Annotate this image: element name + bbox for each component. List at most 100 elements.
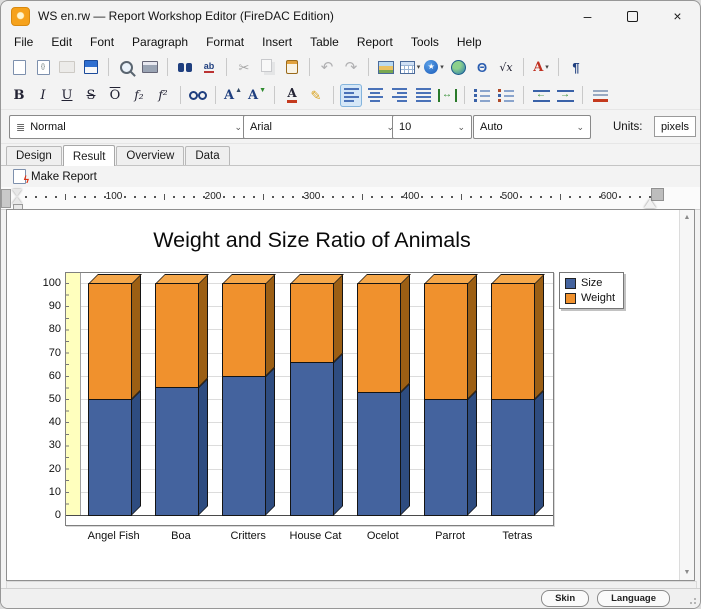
tab-result[interactable]: Result (63, 145, 116, 166)
grow-font-icon-arrow: ▲ (235, 87, 242, 94)
bold-icon[interactable]: B (8, 84, 30, 107)
ruler-tick (233, 196, 235, 198)
units-value[interactable]: pixels (654, 116, 696, 137)
dropdown-arrow-icon: ▾ (417, 63, 421, 71)
dropdown-arrow-icon: ▾ (440, 63, 444, 71)
insert-symbol-icon[interactable]: Θ (471, 56, 493, 79)
make-report-button[interactable]: ϟ Make Report (8, 168, 102, 185)
align-center-icon[interactable] (364, 84, 386, 107)
cut-icon: ✂ (239, 61, 250, 74)
y-axis-label: 100 (17, 277, 61, 289)
formatting-marks-icon[interactable]: ¶ (565, 56, 587, 79)
close-button[interactable]: × (655, 1, 700, 31)
highlight-icon[interactable]: ✎ (305, 84, 327, 107)
bar-segment (88, 283, 132, 400)
bar-segment (222, 283, 266, 377)
grow-font-icon[interactable]: A▲ (222, 84, 244, 107)
y-axis-label: 90 (17, 300, 61, 312)
replace-icon[interactable]: ab (198, 56, 220, 79)
tab-overview[interactable]: Overview (116, 146, 184, 165)
overline-icon[interactable]: O (104, 84, 126, 107)
ruler-tick (342, 196, 344, 198)
strikethrough-icon[interactable]: S (80, 84, 102, 107)
y-axis-ticks (66, 273, 69, 516)
scroll-down-icon[interactable]: ▼ (680, 569, 694, 576)
insert-shape-icon[interactable]: ★▾ (423, 56, 445, 79)
first-line-indent-marker[interactable] (12, 189, 22, 196)
shrink-font-icon[interactable]: A▼ (246, 84, 268, 107)
ruler-tick (223, 196, 225, 198)
justify-icon[interactable] (412, 84, 434, 107)
underline-icon[interactable]: U (56, 84, 78, 107)
print-icon[interactable] (139, 56, 161, 79)
paste-icon[interactable] (281, 56, 303, 79)
skin-button[interactable]: Skin (541, 590, 589, 607)
bar-side-face (131, 390, 141, 516)
menu-font[interactable]: Font (81, 33, 123, 51)
insert-formula-icon[interactable]: √x (495, 56, 517, 79)
legend-swatch (565, 278, 576, 289)
minimize-button[interactable]: – (565, 1, 610, 31)
print-preview-icon[interactable] (115, 56, 137, 79)
ruler-tick (55, 196, 57, 198)
bar-segment (424, 399, 468, 516)
bullet-list-icon[interactable] (471, 84, 493, 107)
subscript-icon[interactable]: f₂ (128, 84, 150, 107)
italic-icon: I (40, 89, 45, 102)
chart-plot (65, 272, 554, 526)
menu-tools[interactable]: Tools (402, 33, 448, 51)
zoom-combo[interactable]: Auto ⌄ (473, 115, 591, 139)
indent-icon[interactable]: → (554, 84, 576, 107)
ruler-tick (25, 196, 27, 198)
menu-insert[interactable]: Insert (253, 33, 301, 51)
align-left-icon[interactable] (340, 84, 362, 107)
new-from-template-icon[interactable]: {} (32, 56, 54, 79)
find-icon[interactable] (174, 56, 196, 79)
menu-table[interactable]: Table (301, 33, 348, 51)
legend-label: Weight (581, 292, 615, 304)
tab-data[interactable]: Data (185, 146, 229, 165)
scroll-up-icon[interactable]: ▲ (680, 214, 694, 221)
font-size-combo[interactable]: 10 ⌄ (392, 115, 472, 139)
font-combo[interactable]: Arial ⌄ (243, 115, 401, 139)
horizontal-rule-icon[interactable] (589, 84, 611, 107)
spacing-icon[interactable]: ↔ (436, 84, 458, 107)
align-right-icon[interactable] (388, 84, 410, 107)
chart-y-axis: 0102030405060708090100 (17, 272, 61, 524)
outdent-icon[interactable]: ← (530, 84, 552, 107)
maximize-button[interactable] (610, 1, 655, 31)
menu-paragraph[interactable]: Paragraph (123, 33, 197, 51)
new-document-icon[interactable] (8, 56, 30, 79)
right-indent-marker[interactable] (644, 199, 656, 208)
vertical-scrollbar[interactable]: ▲ ▼ (679, 210, 694, 580)
superscript-icon[interactable]: f² (152, 84, 174, 107)
app-window: WS en.rw — Report Workshop Editor (FireD… (0, 0, 701, 609)
menu-report[interactable]: Report (348, 33, 402, 51)
menu-edit[interactable]: Edit (42, 33, 81, 51)
insert-table-icon[interactable]: ▾ (399, 56, 421, 79)
resize-grip[interactable] (687, 595, 697, 605)
font-dialog-icon[interactable]: A▾ (530, 56, 552, 79)
tab-design[interactable]: Design (6, 146, 62, 165)
y-axis-label: 0 (17, 509, 61, 521)
toolbar-separator (309, 58, 310, 76)
insert-image-icon[interactable] (375, 56, 397, 79)
menu-help[interactable]: Help (448, 33, 491, 51)
ruler-tick (173, 196, 175, 198)
undo-icon: ↶ (316, 56, 338, 79)
glasses-icon[interactable] (187, 84, 209, 107)
menu-file[interactable]: File (5, 33, 42, 51)
menu-format[interactable]: Format (197, 33, 253, 51)
hyperlink-icon[interactable] (447, 56, 469, 79)
redo-icon: ↷ (345, 60, 358, 75)
numbered-list-icon[interactable] (495, 84, 517, 107)
toolbar-separator (558, 58, 559, 76)
style-combo[interactable]: ≣ Normal ⌄ (9, 115, 249, 139)
bar-side-face (400, 383, 410, 516)
ruler-tick (629, 196, 631, 198)
font-color-icon[interactable]: A (281, 84, 303, 107)
italic-icon[interactable]: I (32, 84, 54, 107)
save-icon[interactable] (80, 56, 102, 79)
language-button[interactable]: Language (597, 590, 670, 607)
left-indent-marker[interactable] (12, 197, 22, 204)
